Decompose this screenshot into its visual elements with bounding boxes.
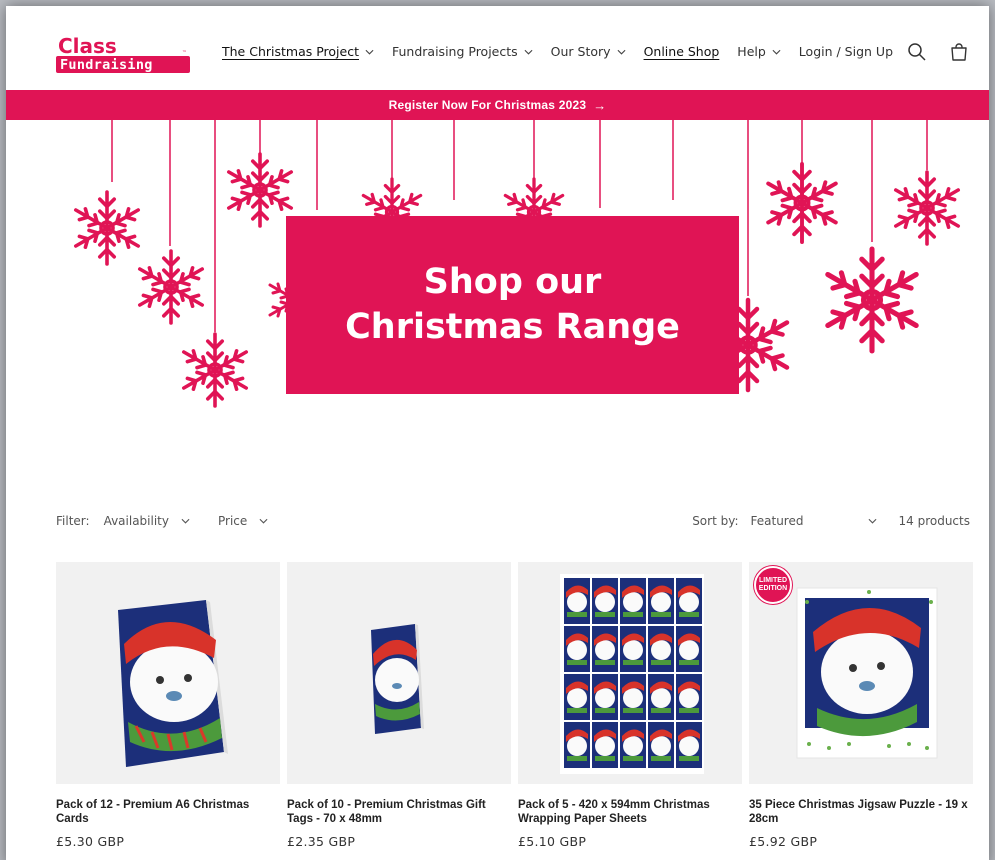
sort-label: Sort by: — [692, 514, 739, 528]
filter-bar: Filter: Availability Price Sort by: Feat… — [56, 514, 970, 534]
logo-line1: Class — [58, 34, 117, 58]
product-count: 14 products — [898, 514, 971, 528]
hero-headline-box: Shop our Christmas Range — [286, 216, 739, 394]
nav-fundraising-projects[interactable]: Fundraising Projects — [392, 44, 533, 59]
wrap-tile — [676, 626, 702, 672]
product-title[interactable]: 35 Piece Christmas Jigsaw Puzzle - 19 x … — [749, 798, 973, 828]
product-price: £5.30 GBP — [56, 834, 125, 849]
site-header: Class Fundraising ™ The Christmas Projec… — [6, 6, 989, 94]
filter-label: Filter: — [56, 514, 90, 528]
wrap-tile — [648, 722, 674, 768]
wrap-tile — [676, 578, 702, 624]
wrap-tile — [676, 722, 702, 768]
nav-label: Our Story — [550, 44, 611, 59]
wrap-tile — [592, 722, 618, 768]
hero-line1: Shop our — [423, 261, 602, 302]
search-icon[interactable] — [907, 42, 927, 62]
product-card[interactable]: LIMITED EDITION 35 Piece Christmas Jigsa… — [749, 562, 973, 849]
wrap-tile — [620, 674, 646, 720]
chevron-down-icon — [617, 49, 626, 55]
availability-label: Availability — [103, 514, 169, 528]
announcement-text: Register Now For Christmas 2023 — [388, 98, 587, 112]
price-label: Price — [217, 514, 248, 528]
wrap-tile — [592, 578, 618, 624]
wrap-tile — [564, 674, 590, 720]
wrap-tile — [620, 722, 646, 768]
product-title[interactable]: Pack of 10 - Premium Christmas Gift Tags… — [287, 798, 511, 828]
nav-label: Fundraising Projects — [392, 44, 518, 59]
hero-banner[interactable]: Shop our Christmas Range — [6, 120, 989, 440]
wrap-tile — [564, 626, 590, 672]
wrap-tile — [620, 578, 646, 624]
product-price: £5.10 GBP — [518, 834, 587, 849]
product-image[interactable] — [518, 562, 742, 784]
product-price: £5.92 GBP — [749, 834, 818, 849]
product-card[interactable]: Pack of 5 - 420 x 594mm Christmas Wrappi… — [518, 562, 742, 849]
nav-help[interactable]: Help — [737, 44, 781, 59]
product-title[interactable]: Pack of 5 - 420 x 594mm Christmas Wrappi… — [518, 798, 742, 828]
sort-select[interactable]: Featured — [751, 514, 877, 528]
arrow-right-icon: → — [593, 97, 607, 113]
availability-filter[interactable]: Availability — [104, 514, 190, 528]
page-frame: Class Fundraising ™ The Christmas Projec… — [6, 6, 989, 860]
product-image[interactable]: LIMITED EDITION — [749, 562, 973, 784]
announcement-bar[interactable]: Register Now For Christmas 2023 → — [6, 90, 989, 120]
class-fundraising-logo[interactable]: Class Fundraising ™ — [56, 34, 191, 76]
product-card[interactable]: Pack of 10 - Premium Christmas Gift Tags… — [287, 562, 511, 849]
nav-label: The Christmas Project — [222, 44, 359, 59]
price-filter[interactable]: Price — [218, 514, 268, 528]
wrap-tile — [564, 578, 590, 624]
product-title[interactable]: Pack of 12 - Premium A6 Christmas Cards — [56, 798, 280, 828]
chevron-down-icon — [772, 49, 781, 55]
limited-edition-badge: LIMITED EDITION — [754, 566, 792, 604]
product-image[interactable] — [287, 562, 511, 784]
nav-label: Online Shop — [643, 44, 720, 59]
logo-trademark: ™ — [182, 50, 187, 56]
nav-label: Login / Sign Up — [798, 44, 893, 59]
hero-line2: Christmas Range — [345, 307, 680, 347]
nav-online-shop[interactable]: Online Shop — [644, 44, 720, 59]
product-grid: Pack of 12 - Premium A6 Christmas Cards … — [56, 562, 973, 849]
sort-value: Featured — [750, 514, 804, 528]
wrap-tile — [676, 674, 702, 720]
badge-line2: EDITION — [758, 585, 788, 592]
nav-label: Help — [737, 44, 766, 59]
wrap-tile — [620, 626, 646, 672]
wrap-tile — [648, 626, 674, 672]
product-image[interactable] — [56, 562, 280, 784]
wrap-tile — [592, 626, 618, 672]
chevron-down-icon — [365, 49, 374, 55]
cart-icon[interactable] — [949, 42, 969, 62]
badge-line1: LIMITED — [759, 577, 787, 584]
chevron-down-icon — [259, 518, 268, 524]
chevron-down-icon — [524, 49, 533, 55]
product-price: £2.35 GBP — [287, 834, 356, 849]
nav-login[interactable]: Login / Sign Up — [799, 44, 893, 59]
chevron-down-icon — [868, 518, 876, 524]
wrap-tile — [592, 674, 618, 720]
wrap-tile — [648, 674, 674, 720]
nav-our-story[interactable]: Our Story — [551, 44, 626, 59]
main-nav: The Christmas Project Fundraising Projec… — [222, 44, 911, 59]
wrap-tile — [564, 722, 590, 768]
wrap-tile — [648, 578, 674, 624]
header-icons — [907, 42, 969, 62]
product-card[interactable]: Pack of 12 - Premium A6 Christmas Cards … — [56, 562, 280, 849]
chevron-down-icon — [181, 518, 190, 524]
nav-christmas-project[interactable]: The Christmas Project — [222, 44, 374, 59]
logo-line2: Fundraising — [60, 57, 153, 73]
